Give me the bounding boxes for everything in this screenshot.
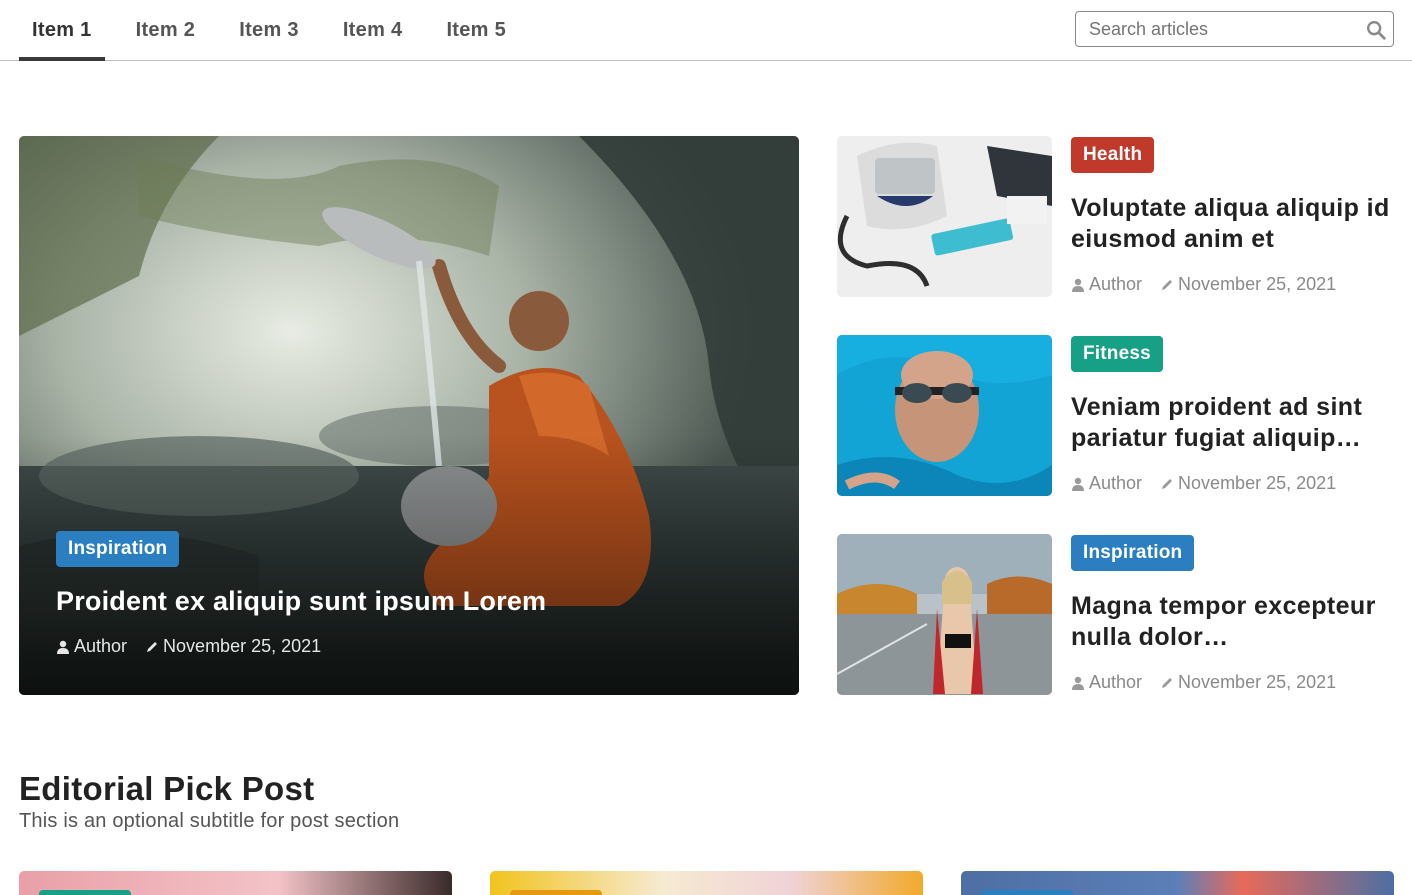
- user-icon: [1072, 477, 1084, 491]
- nav-tabs: Item 1 Item 2 Item 3 Item 4 Item 5: [19, 0, 537, 61]
- tab-item-4[interactable]: Item 4: [330, 0, 416, 60]
- featured-category-badge[interactable]: Inspiration: [56, 531, 180, 567]
- side-post-card: Health Voluptate aliqua aliquip id eiusm…: [837, 136, 1394, 297]
- post-date: November 25, 2021: [1178, 473, 1337, 493]
- post-date: November 25, 2021: [163, 636, 322, 656]
- author-name: Author: [1089, 672, 1143, 692]
- author-name: Author: [1089, 473, 1143, 493]
- top-navigation: Item 1 Item 2 Item 3 Item 4 Item 5: [0, 0, 1412, 61]
- side-post-meta: Author November 25, 2021: [1071, 672, 1336, 693]
- search-input[interactable]: [1076, 12, 1356, 46]
- featured-post-title[interactable]: Proident ex aliquip sunt ipsum Lorem: [56, 586, 546, 617]
- side-post-title[interactable]: Magna tempor excepteur nulla dolor…: [1071, 591, 1394, 653]
- side-post-thumbnail[interactable]: [837, 534, 1052, 695]
- pencil-icon: [1162, 478, 1173, 489]
- user-icon: [1072, 278, 1084, 292]
- editorial-post-card[interactable]: [961, 871, 1394, 895]
- search-box: [1075, 11, 1394, 47]
- section-title: Editorial Pick Post: [19, 770, 315, 807]
- featured-post-meta: Author November 25, 2021: [56, 636, 321, 657]
- side-post-title[interactable]: Veniam proident ad sint pariatur fugiat …: [1071, 392, 1394, 454]
- side-post-meta: Author November 25, 2021: [1071, 274, 1336, 295]
- tab-item-2[interactable]: Item 2: [123, 0, 209, 60]
- editorial-post-card[interactable]: [490, 871, 923, 895]
- tab-item-1[interactable]: Item 1: [19, 0, 105, 61]
- tab-item-3[interactable]: Item 3: [226, 0, 312, 60]
- editorial-category-badge[interactable]: [39, 890, 131, 895]
- pencil-icon: [1162, 279, 1173, 290]
- user-icon: [1072, 676, 1084, 690]
- pencil-icon: [1162, 677, 1173, 688]
- user-icon: [57, 640, 69, 654]
- post-date: November 25, 2021: [1178, 274, 1337, 294]
- side-post-title[interactable]: Voluptate aliqua aliquip id eiusmod anim…: [1071, 193, 1394, 255]
- section-subtitle: This is an optional subtitle for post se…: [19, 810, 400, 832]
- featured-post-card[interactable]: Inspiration Proident ex aliquip sunt ips…: [19, 136, 799, 695]
- side-post-thumbnail[interactable]: [837, 136, 1052, 297]
- editorial-post-card[interactable]: [19, 871, 452, 895]
- side-category-badge[interactable]: Fitness: [1071, 336, 1163, 372]
- side-category-badge[interactable]: Inspiration: [1071, 535, 1195, 571]
- pencil-icon: [147, 641, 158, 652]
- side-post-thumbnail[interactable]: [837, 335, 1052, 496]
- author-name: Author: [74, 636, 128, 656]
- side-post-card: Inspiration Magna tempor excepteur nulla…: [837, 534, 1394, 695]
- side-post-meta: Author November 25, 2021: [1071, 473, 1336, 494]
- post-date: November 25, 2021: [1178, 672, 1337, 692]
- side-post-card: Fitness Veniam proident ad sint pariatur…: [837, 335, 1394, 496]
- editorial-category-badge[interactable]: [510, 890, 602, 895]
- author-name: Author: [1089, 274, 1143, 294]
- side-category-badge[interactable]: Health: [1071, 137, 1155, 173]
- search-icon[interactable]: [1365, 19, 1387, 41]
- tab-item-5[interactable]: Item 5: [433, 0, 519, 60]
- editorial-category-badge[interactable]: [981, 890, 1073, 895]
